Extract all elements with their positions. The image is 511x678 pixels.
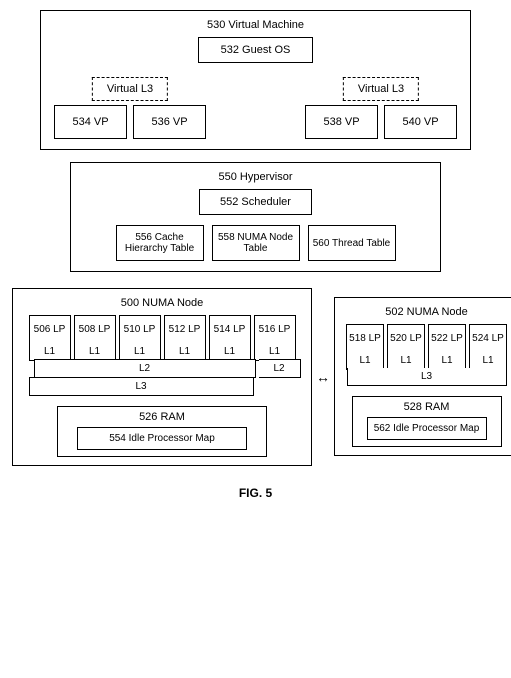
lp-box: 506 LP [29, 315, 71, 344]
l1-cache-box: L1 [254, 343, 296, 361]
virtual-l3-label: Virtual L3 [92, 77, 168, 101]
ram-title: 528 RAM [404, 401, 450, 413]
thread-table-box: 560 Thread Table [308, 225, 396, 261]
figure-label: FIG. 5 [10, 486, 501, 500]
l1-cache-box: L1 [164, 343, 206, 361]
l1-cache-box: L1 [387, 352, 425, 370]
hypervisor-tables-row: 556 Cache Hierarchy Table 558 NUMA Node … [79, 225, 432, 261]
ram-title: 526 RAM [139, 411, 185, 423]
l1-cache-box: L1 [29, 343, 71, 361]
vm-title: 530 Virtual Machine [207, 19, 304, 31]
l1-cache-box: L1 [119, 343, 161, 361]
ram-box: 526 RAM 554 Idle Processor Map [57, 406, 267, 457]
virtual-machine-box: 530 Virtual Machine 532 Guest OS Virtual… [40, 10, 471, 150]
l2-cache-box: L2 [259, 359, 301, 378]
lp-box: 518 LP [346, 324, 384, 353]
hypervisor-box: 550 Hypervisor 552 Scheduler 556 Cache H… [70, 162, 441, 272]
numa0-title: 500 NUMA Node [121, 297, 204, 309]
vp-row: Virtual L3 534 VP 536 VP Virtual L3 538 … [51, 77, 460, 139]
vp-box: 540 VP [384, 105, 457, 139]
hypervisor-title: 550 Hypervisor [219, 171, 293, 183]
lp-row: 518 LP 520 LP 522 LP 524 LP [339, 324, 511, 353]
numa-node-table-box: 558 NUMA Node Table [212, 225, 300, 261]
l1-row: L1 L1 L1 L1 L1 L1 [17, 343, 307, 361]
l1-cache-box: L1 [346, 352, 384, 370]
l1-row: L1 L1 L1 L1 [339, 352, 511, 370]
numa1-title: 502 NUMA Node [385, 306, 468, 318]
vp-box: 534 VP [54, 105, 127, 139]
lp-box: 510 LP [119, 315, 161, 344]
lp-box: 516 LP [254, 315, 296, 344]
lp-row: 506 LP 508 LP 510 LP 512 LP 514 LP 516 L… [17, 315, 307, 344]
l3-cache-box: L3 [347, 368, 507, 386]
scheduler-box: 552 Scheduler [199, 189, 312, 215]
virtual-l3-group-right: Virtual L3 538 VP 540 VP [302, 77, 460, 139]
vp-box: 538 VP [305, 105, 378, 139]
l1-cache-box: L1 [74, 343, 116, 361]
l2-cache-box: L2 [34, 359, 256, 378]
lp-box: 508 LP [74, 315, 116, 344]
guest-os-box: 532 Guest OS [198, 37, 314, 63]
l2-row: L2 L2 [17, 359, 307, 378]
l1-cache-box: L1 [469, 352, 507, 370]
ram-box: 528 RAM 562 Idle Processor Map [352, 396, 502, 447]
vp-box: 536 VP [133, 105, 206, 139]
l3-cache-box: L3 [29, 377, 254, 396]
lp-box: 522 LP [428, 324, 466, 353]
virtual-l3-label: Virtual L3 [343, 77, 419, 101]
lp-box: 520 LP [387, 324, 425, 353]
lp-box: 514 LP [209, 315, 251, 344]
bidirectional-arrow-icon: ↔ [316, 369, 330, 385]
virtual-l3-group-left: Virtual L3 534 VP 536 VP [51, 77, 209, 139]
idle-processor-map-box: 554 Idle Processor Map [77, 427, 247, 450]
idle-processor-map-box: 562 Idle Processor Map [367, 417, 487, 440]
l1-cache-box: L1 [209, 343, 251, 361]
lp-box: 512 LP [164, 315, 206, 344]
cache-hierarchy-table-box: 556 Cache Hierarchy Table [116, 225, 204, 261]
numa-nodes-row: 500 NUMA Node 506 LP 508 LP 510 LP 512 L… [12, 288, 499, 466]
numa-node-0-box: 500 NUMA Node 506 LP 508 LP 510 LP 512 L… [12, 288, 312, 466]
lp-box: 524 LP [469, 324, 507, 353]
numa-node-1-box: 502 NUMA Node 518 LP 520 LP 522 LP 524 L… [334, 297, 511, 456]
l1-cache-box: L1 [428, 352, 466, 370]
